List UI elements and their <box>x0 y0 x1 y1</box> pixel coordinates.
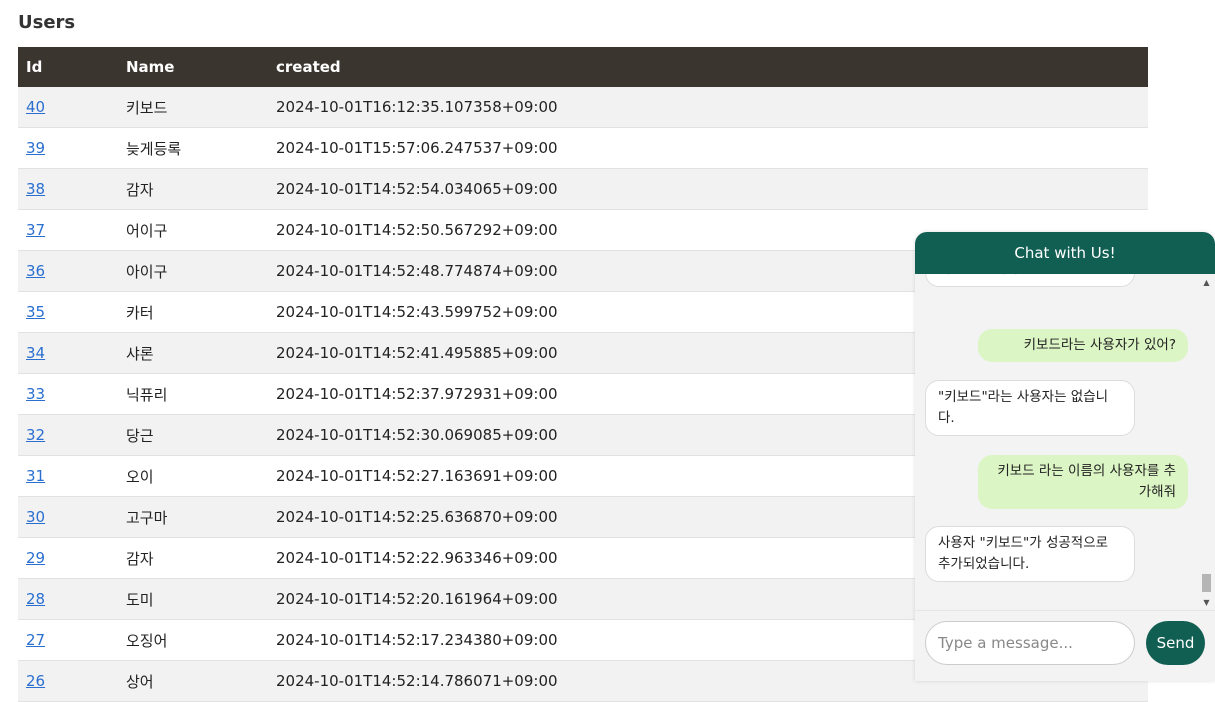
cell-created: 2024-10-01T15:57:06.247537+09:00 <box>268 127 1148 169</box>
table-header-row: Id Name created <box>18 47 1148 87</box>
chat-input-bar: Send <box>915 610 1215 681</box>
cell-id: 31 <box>18 455 118 497</box>
cell-name: 감자 <box>118 168 268 210</box>
user-id-link[interactable]: 26 <box>26 672 45 690</box>
chat-message-bot: 사용자 "키보드"가 성공적으로 추가되었습니다. <box>925 526 1135 582</box>
cell-id: 29 <box>18 537 118 579</box>
cell-id: 26 <box>18 660 118 702</box>
cell-id: 36 <box>18 250 118 292</box>
cell-name: 키보드 <box>118 87 268 128</box>
cell-id: 40 <box>18 87 118 128</box>
cell-name: 감자 <box>118 537 268 579</box>
user-id-link[interactable]: 40 <box>26 98 45 116</box>
cell-id: 30 <box>18 496 118 538</box>
user-id-link[interactable]: 28 <box>26 590 45 608</box>
cell-name: 어이구 <box>118 209 268 251</box>
cell-name: 오이 <box>118 455 268 497</box>
cell-id: 33 <box>18 373 118 415</box>
column-header-name: Name <box>118 47 268 87</box>
table-row: 40 키보드 2024-10-01T16:12:35.107358+09:00 <box>18 87 1148 128</box>
cell-id: 39 <box>18 127 118 169</box>
table-row: 39 늦게등록 2024-10-01T15:57:06.247537+09:00 <box>18 127 1148 169</box>
user-id-link[interactable]: 37 <box>26 221 45 239</box>
cell-id: 38 <box>18 168 118 210</box>
cell-name: 고구마 <box>118 496 268 538</box>
chat-message-bot: 게등록"입니다. <box>925 274 1135 287</box>
chat-header[interactable]: Chat with Us! <box>915 232 1215 274</box>
scroll-down-arrow-icon[interactable]: ▼ <box>1201 598 1212 608</box>
scroll-thumb[interactable] <box>1202 574 1211 592</box>
cell-name: 당근 <box>118 414 268 456</box>
cell-name: 카터 <box>118 291 268 333</box>
user-id-link[interactable]: 38 <box>26 180 45 198</box>
chat-message-input[interactable] <box>925 621 1135 665</box>
user-id-link[interactable]: 31 <box>26 467 45 485</box>
column-header-id: Id <box>18 47 118 87</box>
column-header-created: created <box>268 47 1148 87</box>
chat-widget: Chat with Us! 게등록"입니다. 키보드라는 사용자가 있어? "키… <box>915 232 1215 681</box>
cell-name: 늦게등록 <box>118 127 268 169</box>
cell-name: 상어 <box>118 660 268 702</box>
chat-message-user: 키보드라는 사용자가 있어? <box>978 329 1188 362</box>
page-title: Users <box>18 12 76 33</box>
user-id-link[interactable]: 32 <box>26 426 45 444</box>
cell-name: 오징어 <box>118 619 268 661</box>
cell-name: 도미 <box>118 578 268 620</box>
cell-id: 35 <box>18 291 118 333</box>
user-id-link[interactable]: 29 <box>26 549 45 567</box>
user-id-link[interactable]: 27 <box>26 631 45 649</box>
chat-message-user: 키보드 라는 이름의 사용자를 추가해줘 <box>978 455 1188 509</box>
chat-message-list[interactable]: 게등록"입니다. 키보드라는 사용자가 있어? "키보드"라는 사용자는 없습니… <box>915 274 1215 609</box>
scroll-up-arrow-icon[interactable]: ▲ <box>1201 278 1212 288</box>
send-button[interactable]: Send <box>1146 621 1205 665</box>
cell-created: 2024-10-01T14:52:54.034065+09:00 <box>268 168 1148 210</box>
cell-name: 닉퓨리 <box>118 373 268 415</box>
table-row: 38 감자 2024-10-01T14:52:54.034065+09:00 <box>18 168 1148 210</box>
user-id-link[interactable]: 36 <box>26 262 45 280</box>
cell-id: 27 <box>18 619 118 661</box>
user-id-link[interactable]: 39 <box>26 139 45 157</box>
chat-scrollbar[interactable]: ▲ ▼ <box>1201 278 1212 608</box>
chat-message-bot: "키보드"라는 사용자는 없습니다. <box>925 380 1135 436</box>
user-id-link[interactable]: 35 <box>26 303 45 321</box>
user-id-link[interactable]: 33 <box>26 385 45 403</box>
cell-name: 아이구 <box>118 250 268 292</box>
cell-id: 32 <box>18 414 118 456</box>
cell-id: 37 <box>18 209 118 251</box>
cell-created: 2024-10-01T16:12:35.107358+09:00 <box>268 87 1148 128</box>
cell-name: 샤론 <box>118 332 268 374</box>
user-id-link[interactable]: 30 <box>26 508 45 526</box>
user-id-link[interactable]: 34 <box>26 344 45 362</box>
cell-id: 28 <box>18 578 118 620</box>
cell-id: 34 <box>18 332 118 374</box>
